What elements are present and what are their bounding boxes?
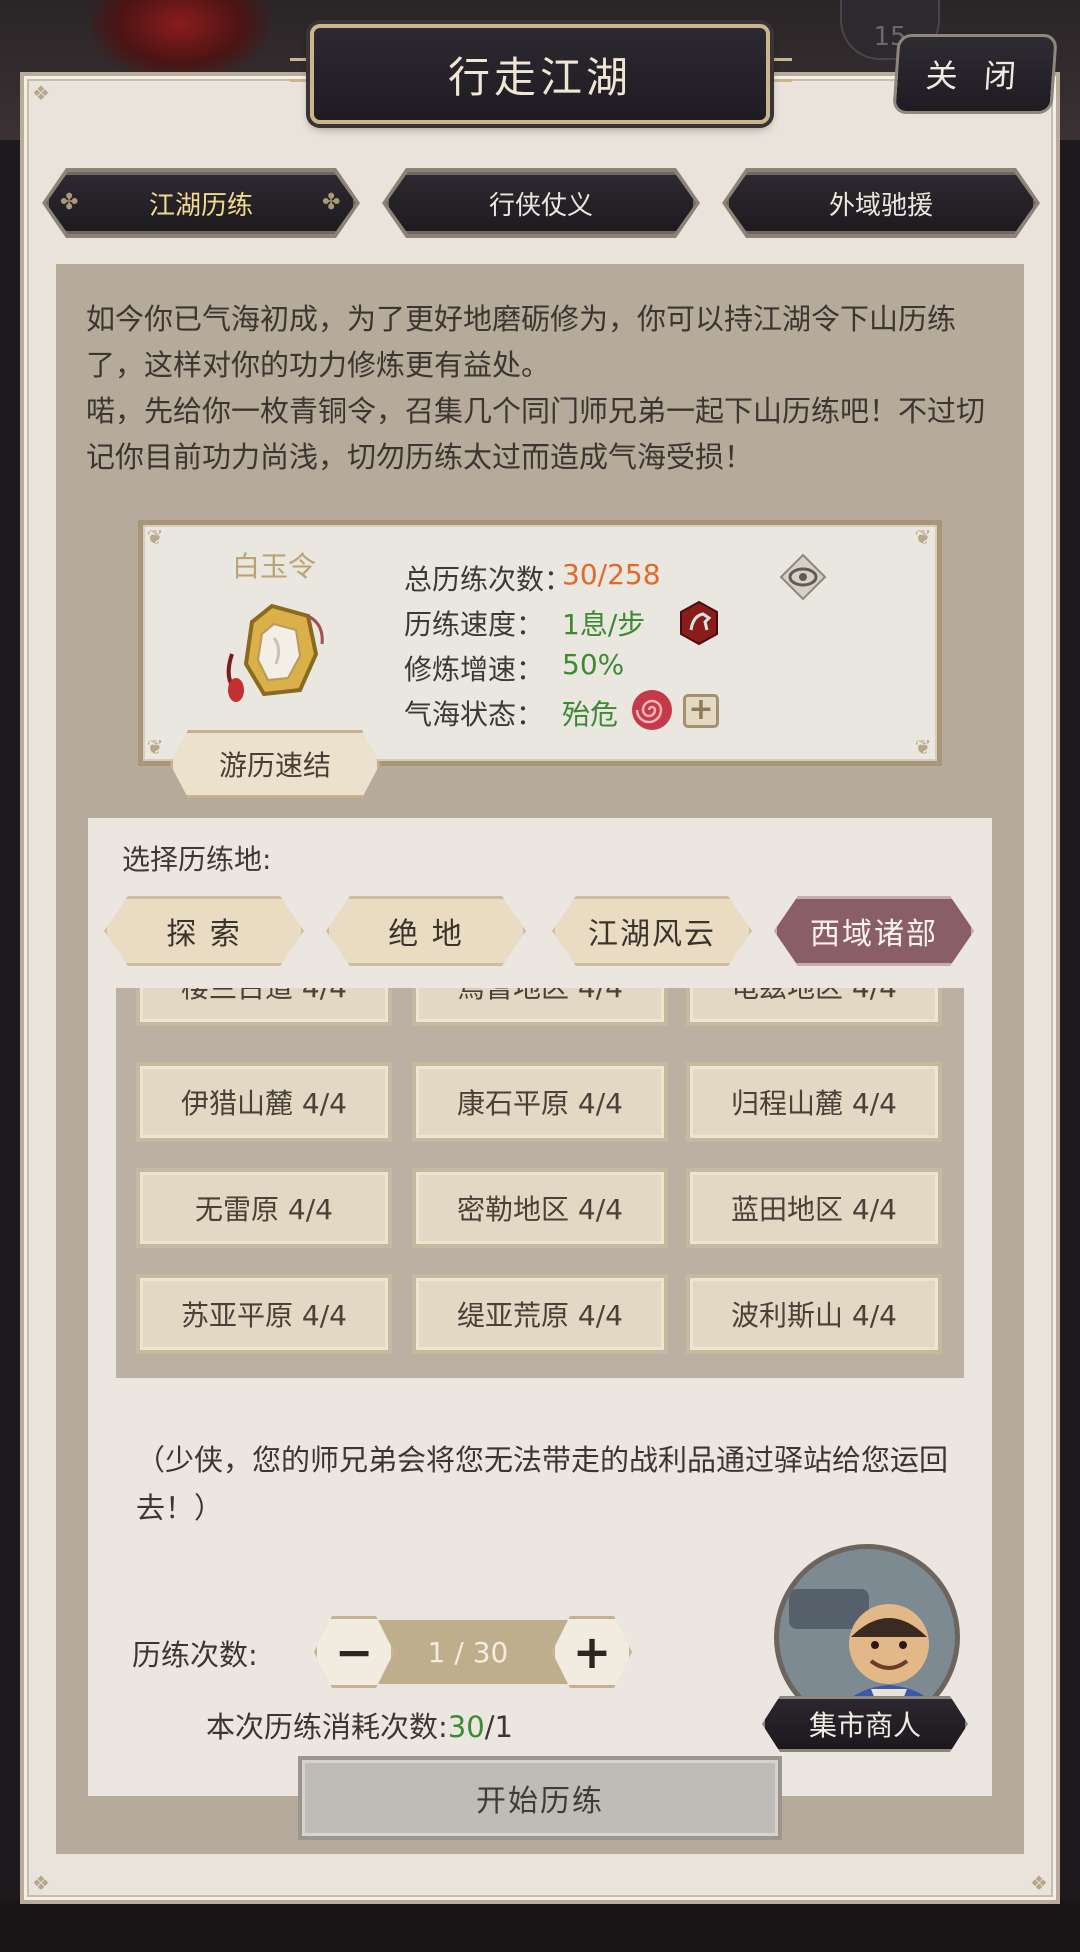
tab-outland-aid[interactable]: 外域驰援 xyxy=(726,172,1036,234)
add-qihai-button[interactable]: + xyxy=(683,694,719,728)
market-merchant-button[interactable]: 集市商人 xyxy=(762,1696,968,1752)
horse-speed-icon[interactable] xyxy=(677,600,721,646)
loot-note: （少侠，您的师兄弟会将您无法带走的战利品通过驿站给您运回去！） xyxy=(136,1443,949,1525)
region-tab-jianghu[interactable]: 江湖风云 xyxy=(552,896,752,966)
swirl-status-icon xyxy=(632,690,672,730)
intro-paragraph: 喏，先给你一枚青铜令，召集几个同门师兄弟一起下山历练吧！不过切记你目前功力尚浅，… xyxy=(86,394,986,474)
tab-chivalry[interactable]: 行侠仗义 xyxy=(386,172,696,234)
location-grid: 楼兰古道 4/4 焉耆地区 4/4 龟兹地区 4/4 伊猎山麓 4/4 康石平原… xyxy=(116,988,964,1378)
count-label: 历练次数: xyxy=(132,1638,258,1672)
stat-label-boost: 修炼增速： xyxy=(404,653,545,686)
background-character xyxy=(90,0,270,80)
token-name: 白玉令 xyxy=(232,550,317,583)
tab-ornament-icon: ✤ xyxy=(322,190,341,215)
stat-label-total: 总历练次数： xyxy=(404,563,573,596)
location-button[interactable]: 苏亚平原 4/4 xyxy=(136,1274,392,1354)
corner-ornament-icon: ❦ xyxy=(914,735,932,759)
corner-ornament-icon: ❖ xyxy=(32,81,50,105)
consume-value: 30 xyxy=(447,1710,485,1744)
location-button[interactable]: 伊猎山麓 4/4 xyxy=(136,1062,392,1142)
corner-ornament-icon: ❖ xyxy=(1030,1871,1048,1895)
location-button[interactable]: 归程山麓 4/4 xyxy=(686,1062,942,1142)
page-title: 行走江湖 xyxy=(310,24,770,124)
stat-label-speed: 历练速度： xyxy=(404,608,545,641)
consume-total: /1 xyxy=(484,1710,513,1744)
corner-ornament-icon: ❦ xyxy=(914,525,932,549)
location-button[interactable]: 楼兰古道 4/4 xyxy=(136,988,392,1026)
intro-text: 如今你已气海初成，为了更好地磨砺修为，你可以持江湖令下山历练了，这样对你的功力修… xyxy=(86,296,1006,480)
eye-icon[interactable] xyxy=(778,552,828,602)
stat-value-qihai: 殆危 xyxy=(562,698,619,731)
background-bottom xyxy=(0,1900,1080,1952)
location-button[interactable]: 蓝田地区 4/4 xyxy=(686,1168,942,1248)
consume-label: 本次历练消耗次数: xyxy=(206,1710,448,1744)
quick-finish-button[interactable]: 游历速结 xyxy=(170,730,380,798)
start-training-button[interactable]: 开始历练 xyxy=(298,1756,782,1840)
location-button[interactable]: 无雷原 4/4 xyxy=(136,1168,392,1248)
stat-value-boost: 50% xyxy=(562,648,625,681)
select-label: 选择历练地: xyxy=(122,843,272,876)
location-button[interactable]: 龟兹地区 4/4 xyxy=(686,988,942,1026)
stat-label-qihai: 气海状态： xyxy=(404,698,545,731)
location-button[interactable]: 缇亚荒原 4/4 xyxy=(412,1274,668,1354)
jade-token-icon[interactable] xyxy=(212,594,332,706)
location-button[interactable]: 焉耆地区 4/4 xyxy=(412,988,668,1026)
stat-value-total: 30/258 xyxy=(562,558,661,591)
consume-text: 本次历练消耗次数:30/1 xyxy=(206,1704,513,1746)
intro-paragraph: 如今你已气海初成，为了更好地磨砺修为，你可以持江湖令下山历练了，这样对你的功力修… xyxy=(86,302,957,382)
tab-jianghu-training[interactable]: 江湖历练 xyxy=(46,172,356,234)
location-button[interactable]: 密勒地区 4/4 xyxy=(412,1168,668,1248)
region-tab-jedi[interactable]: 绝 地 xyxy=(326,896,526,966)
region-tab-explore[interactable]: 探 索 xyxy=(104,896,304,966)
stat-value-speed: 1息/步 xyxy=(562,608,646,641)
region-tab-western[interactable]: 西域诸部 xyxy=(774,896,974,966)
close-button[interactable]: 关 闭 xyxy=(892,34,1058,114)
corner-ornament-icon: ❦ xyxy=(146,735,164,759)
corner-ornament-icon: ❖ xyxy=(32,1871,50,1895)
location-button[interactable]: 康石平原 4/4 xyxy=(412,1062,668,1142)
tab-ornament-icon: ✤ xyxy=(60,190,79,215)
corner-ornament-icon: ❦ xyxy=(146,525,164,549)
location-button[interactable]: 波利斯山 4/4 xyxy=(686,1274,942,1354)
